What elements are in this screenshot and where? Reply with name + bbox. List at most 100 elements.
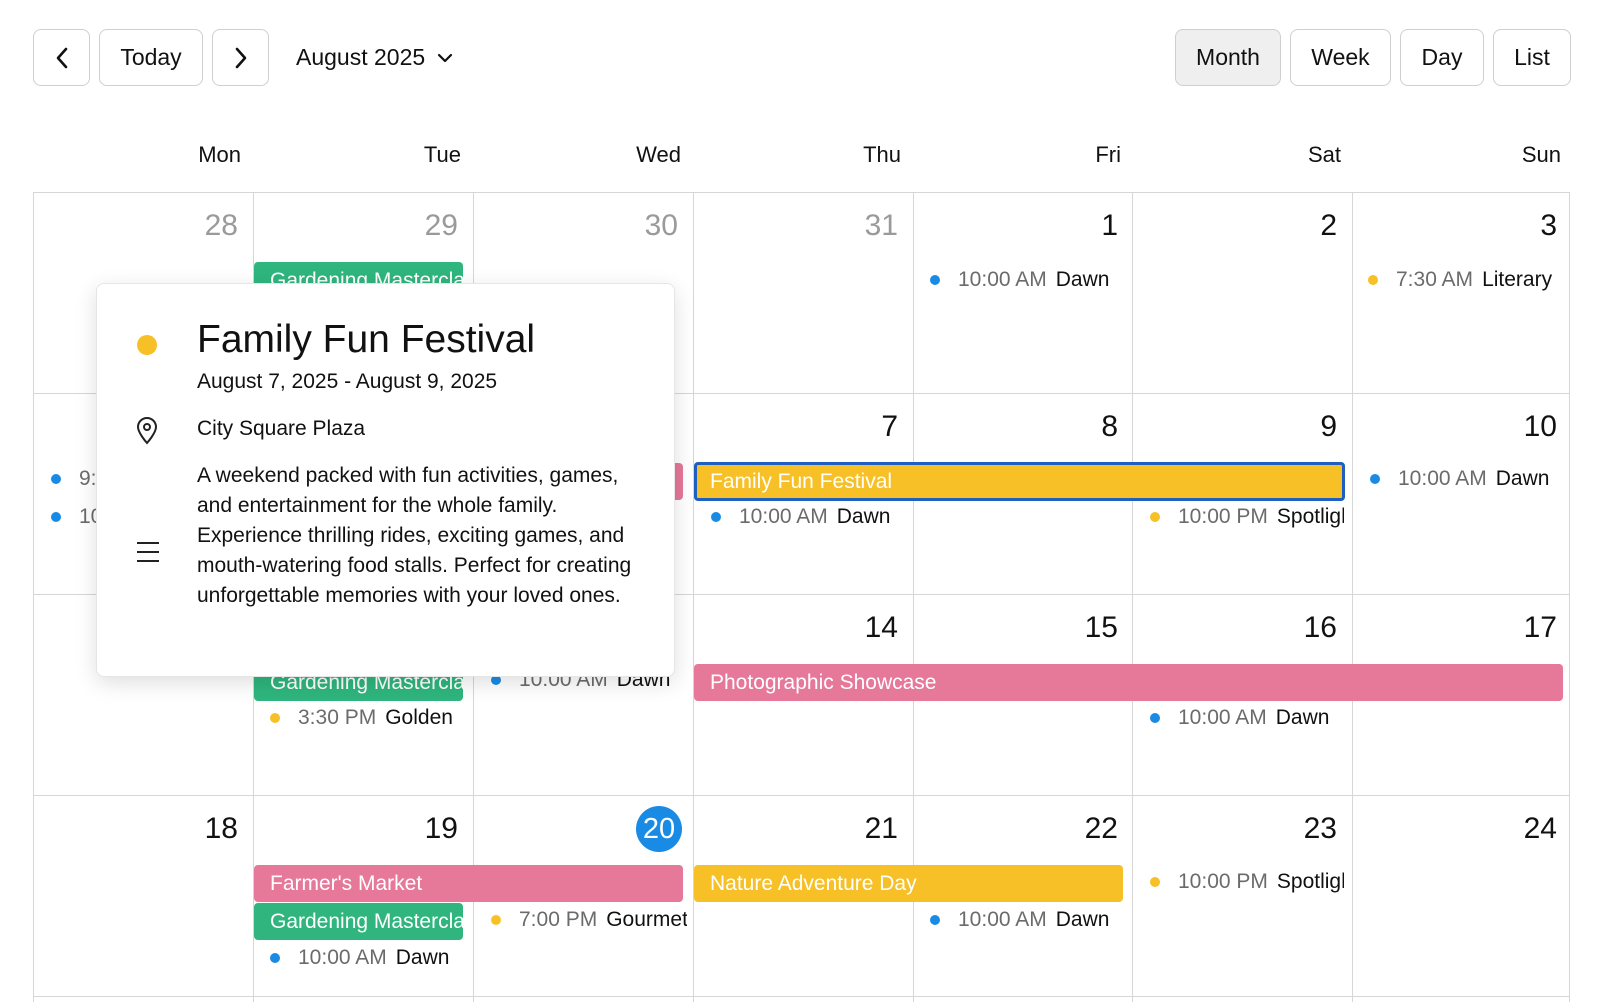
grid-line	[1132, 192, 1133, 1002]
day-number[interactable]: 31	[838, 209, 898, 243]
event-time: 10:00 PM	[1178, 870, 1268, 893]
event-time: 9:	[79, 467, 97, 490]
event-dot	[711, 512, 721, 522]
day-number[interactable]: 30	[618, 209, 678, 243]
event-item[interactable]: 10:00 AM Dawn	[930, 904, 1120, 936]
popover-title: Family Fun Festival	[197, 318, 536, 361]
weekday-header: Mon	[198, 142, 241, 167]
event-item[interactable]: 3:30 PM Golden	[270, 702, 466, 734]
event-name: Dawn	[836, 505, 891, 528]
event-time: 3:30 PM	[298, 706, 377, 729]
popover-description: A weekend packed with fun activities, ga…	[197, 464, 632, 607]
day-number[interactable]: 8	[1058, 410, 1118, 444]
event-item[interactable]: 7:30 AM Literary	[1368, 264, 1564, 296]
next-month-button[interactable]	[212, 29, 269, 86]
event-dot	[1370, 474, 1380, 484]
event-dot	[270, 953, 280, 963]
day-number[interactable]: 19	[398, 812, 458, 846]
event-name: Spotlight	[1276, 870, 1344, 893]
day-number[interactable]: 1	[1058, 209, 1118, 243]
chevron-left-icon	[56, 47, 67, 68]
day-number[interactable]: 23	[1277, 812, 1337, 846]
month-picker[interactable]: August 2025	[296, 29, 453, 86]
event-dot	[930, 915, 940, 925]
event-dot	[491, 915, 501, 925]
day-number[interactable]: 10	[1497, 410, 1557, 444]
event-name: Dawn	[1275, 706, 1330, 729]
map-pin-icon	[136, 417, 158, 445]
weekday-header: Tue	[423, 142, 461, 167]
day-number[interactable]: 17	[1497, 611, 1557, 645]
event-dot	[51, 512, 61, 522]
event-dot	[1150, 512, 1160, 522]
popover-dates: August 7, 2025 - August 9, 2025	[197, 370, 498, 393]
event-dot	[1368, 275, 1378, 285]
month-title: August 2025	[296, 44, 426, 70]
event-item[interactable]: 10:00 PM Spotlight	[1150, 501, 1344, 533]
event-dot	[270, 713, 280, 723]
day-number[interactable]: 7	[838, 410, 898, 444]
day-number[interactable]: 15	[1058, 611, 1118, 645]
view-list-button[interactable]: List	[1493, 29, 1571, 86]
event-dot	[1150, 877, 1160, 887]
event-dot	[1150, 713, 1160, 723]
event-name: Golden	[385, 706, 453, 729]
event-color-dot	[137, 335, 157, 355]
event-time: 7:00 PM	[519, 908, 598, 931]
event-name: Spotlight	[1276, 505, 1344, 528]
event-item[interactable]: 10:00 AM Dawn	[930, 264, 1120, 296]
event-item[interactable]: 10:00 AM Dawn	[1150, 702, 1344, 734]
day-number[interactable]: 2	[1277, 209, 1337, 243]
event-item[interactable]: 7:00 PM Gourmet	[491, 904, 687, 936]
event-bar[interactable]: Photographic Showcase	[694, 664, 1563, 701]
day-number[interactable]: 28	[178, 209, 238, 243]
event-time: 10:00 AM	[958, 268, 1047, 291]
view-month-button[interactable]: Month	[1175, 29, 1281, 86]
day-number[interactable]: 16	[1277, 611, 1337, 645]
popover-location: City Square Plaza	[197, 417, 366, 440]
event-name: Dawn	[1055, 908, 1110, 931]
event-popover: Family Fun Festival August 7, 2025 - Aug…	[96, 283, 675, 677]
day-number[interactable]: 24	[1497, 812, 1557, 846]
day-number[interactable]: 14	[838, 611, 898, 645]
event-time: 10:00 AM	[958, 908, 1047, 931]
event-item[interactable]: 10:00 AM Dawn	[270, 942, 466, 974]
day-number[interactable]: 9	[1277, 410, 1337, 444]
event-bar[interactable]: Farmer's Market	[254, 865, 683, 902]
today-day-number[interactable]: 20	[636, 806, 682, 852]
event-name: Dawn	[1055, 268, 1110, 291]
day-number[interactable]: 18	[178, 812, 238, 846]
weekday-header: Fri	[1095, 142, 1121, 167]
description-lines-icon	[137, 542, 159, 562]
event-name: Dawn	[395, 946, 450, 969]
today-button[interactable]: Today	[99, 29, 203, 86]
view-week-button[interactable]: Week	[1290, 29, 1391, 86]
event-time: 10:00 AM	[739, 505, 828, 528]
event-name: Gourmet	[606, 908, 687, 931]
event-time: 10:00 AM	[1398, 467, 1487, 490]
event-item[interactable]: 10:00 AM Dawn	[711, 501, 901, 533]
chevron-right-icon	[235, 47, 246, 68]
day-number[interactable]: 22	[1058, 812, 1118, 846]
event-time: 7:30 AM	[1396, 268, 1474, 291]
event-dot	[51, 474, 61, 484]
event-time: 10:00 AM	[1178, 706, 1267, 729]
event-dot	[930, 275, 940, 285]
weekday-header: Wed	[636, 142, 681, 167]
event-bar[interactable]: Gardening Masterclass	[254, 903, 463, 940]
event-time: 10:00 AM	[298, 946, 387, 969]
view-day-button[interactable]: Day	[1400, 29, 1484, 86]
day-number[interactable]: 21	[838, 812, 898, 846]
day-number[interactable]: 29	[398, 209, 458, 243]
event-bar-selected[interactable]: Family Fun Festival	[694, 462, 1345, 501]
grid-line	[33, 996, 1570, 997]
grid-line	[33, 192, 1570, 193]
event-name: Dawn	[1495, 467, 1550, 490]
event-item[interactable]: 10:00 AM Dawn	[1370, 463, 1564, 495]
event-bar[interactable]: Nature Adventure Day	[694, 865, 1123, 902]
prev-month-button[interactable]	[33, 29, 90, 86]
chevron-down-icon	[438, 53, 453, 62]
event-item[interactable]: 10:00 PM Spotlight	[1150, 866, 1344, 898]
day-number[interactable]: 3	[1497, 209, 1557, 243]
weekday-header: Thu	[863, 142, 901, 167]
